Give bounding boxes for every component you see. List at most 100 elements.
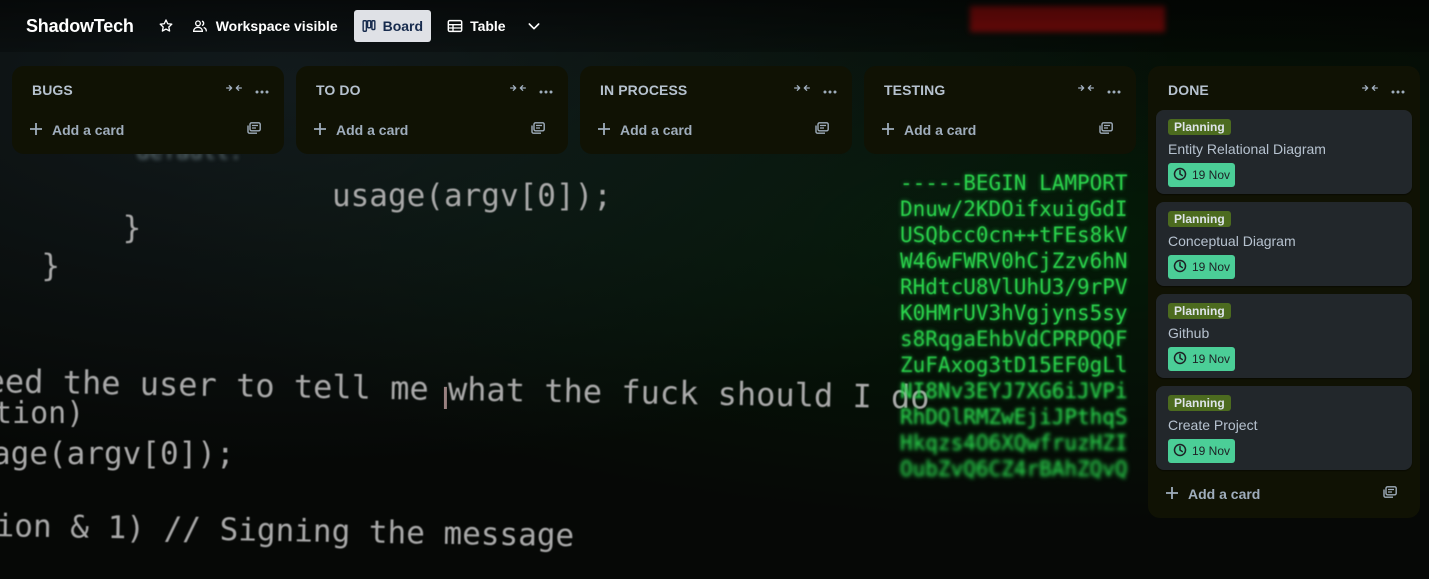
collapse-list-button[interactable] [220,76,248,104]
background-code-line: usage(argv[0]); [220,178,612,214]
plus-icon [598,122,610,138]
key-line: NI8Nv3EYJ7XG6iJVPi [900,379,1128,403]
card-title: Entity Relational Diagram [1168,141,1326,157]
add-card-label: Add a card [336,122,409,138]
background-code-line: age(argv[0]); [0,436,235,472]
create-from-template-button[interactable] [1092,116,1120,144]
list-menu-button[interactable] [816,76,844,104]
plus-icon [882,122,894,138]
due-date-label: 19 Nov [1192,260,1231,274]
key-line: ZuFAxog3tD15EF0gLl [900,353,1128,377]
card[interactable]: Planning Create Project 19 Nov [1156,386,1412,470]
list-in-process[interactable]: IN PROCESS Add a card [580,66,852,154]
create-from-template-button[interactable] [808,116,836,144]
card-title: Github [1168,325,1210,341]
due-date-badge[interactable]: 19 Nov [1168,255,1236,279]
due-date-badge[interactable]: 19 Nov [1168,163,1236,187]
list-title[interactable]: DONE [1168,82,1356,98]
list-to-do[interactable]: TO DO Add a card [296,66,568,154]
list-title[interactable]: IN PROCESS [600,82,788,98]
collapse-list-button[interactable] [1072,76,1100,104]
add-card-button[interactable]: Add a card [30,114,240,146]
list-menu-button[interactable] [1384,76,1412,104]
chevron-down-icon [526,18,542,34]
collapse-list-button[interactable] [788,76,816,104]
list-header: TO DO [296,74,568,106]
card[interactable]: Planning Conceptual Diagram 19 Nov [1156,202,1412,286]
card-template-icon [1099,121,1113,139]
create-from-template-button[interactable] [524,116,552,144]
add-card-button[interactable]: Add a card [882,114,1092,146]
create-from-template-button[interactable] [1376,480,1404,508]
card-template-icon [815,121,829,139]
add-card-button[interactable]: Add a card [1166,478,1376,510]
list-title[interactable]: BUGS [32,82,220,98]
table-view-button[interactable]: Table [439,10,514,42]
board-header: ShadowTech Workspace visible Board Table [0,0,1429,52]
add-card-label: Add a card [1188,486,1261,502]
table-view-label: Table [470,18,506,34]
add-card-row: Add a card [588,114,844,146]
card-template-icon [1383,485,1397,503]
star-icon [158,18,174,34]
card-label[interactable]: Planning [1168,119,1231,135]
due-date-label: 19 Nov [1192,168,1231,182]
add-card-label: Add a card [52,122,125,138]
visibility-button[interactable]: Workspace visible [184,10,346,42]
card[interactable]: Planning Github 19 Nov [1156,294,1412,378]
add-card-button[interactable]: Add a card [598,114,808,146]
more-horizontal-icon [823,81,837,99]
star-board-button[interactable] [152,10,180,42]
card-title: Conceptual Diagram [1168,233,1296,249]
add-card-row: Add a card [1156,478,1412,510]
card-title: Create Project [1168,417,1258,433]
card-label[interactable]: Planning [1168,211,1231,227]
list-header: TESTING [864,74,1136,106]
clock-icon [1173,167,1187,184]
people-icon [192,18,208,34]
list-menu-button[interactable] [248,76,276,104]
card-label[interactable]: Planning [1168,395,1231,411]
list-bugs[interactable]: BUGS Add a card [12,66,284,154]
list-title[interactable]: TESTING [884,82,1072,98]
list-title[interactable]: TO DO [316,82,504,98]
add-card-button[interactable]: Add a card [314,114,524,146]
card-template-icon [247,121,261,139]
more-horizontal-icon [1107,81,1121,99]
key-line: RHdtcU8VlUhU3/9rPV [900,275,1128,299]
add-card-label: Add a card [904,122,977,138]
plus-icon [314,122,326,138]
collapse-list-button[interactable] [1356,76,1384,104]
card[interactable]: Planning Entity Relational Diagram 19 No… [1156,110,1412,194]
background-code-line: } [48,210,142,246]
clock-icon [1173,443,1187,460]
collapse-icon [510,81,526,99]
table-icon [447,19,463,33]
create-from-template-button[interactable] [240,116,268,144]
add-card-row: Add a card [20,114,276,146]
due-date-label: 19 Nov [1192,352,1231,366]
collapse-icon [794,81,810,99]
key-line: W46wFWRV0hCjZzv6hN [900,249,1128,273]
background-code-line: eed the user to tell me what the fuck sh… [0,362,930,417]
collapse-icon [226,81,242,99]
background-code-line: ion & 1) // Signing the message [0,508,575,555]
list-done[interactable]: DONE Planning Entity Relational Diagram … [1148,66,1420,518]
list-menu-button[interactable] [1100,76,1128,104]
due-date-label: 19 Nov [1192,444,1231,458]
card-list: Planning Entity Relational Diagram 19 No… [1148,106,1420,470]
list-testing[interactable]: TESTING Add a card [864,66,1136,154]
plus-icon [1166,486,1178,502]
board-view-button[interactable]: Board [353,10,432,42]
list-menu-button[interactable] [532,76,560,104]
due-date-badge[interactable]: 19 Nov [1168,347,1236,371]
background-code-line: } [4,248,60,284]
visibility-label: Workspace visible [215,18,338,34]
due-date-badge[interactable]: 19 Nov [1168,439,1236,463]
card-label[interactable]: Planning [1168,303,1231,319]
board-view-label: Board [382,18,424,34]
more-views-button[interactable] [518,10,550,42]
list-header: BUGS [12,74,284,106]
board-title[interactable]: ShadowTech [26,16,134,37]
collapse-list-button[interactable] [504,76,532,104]
